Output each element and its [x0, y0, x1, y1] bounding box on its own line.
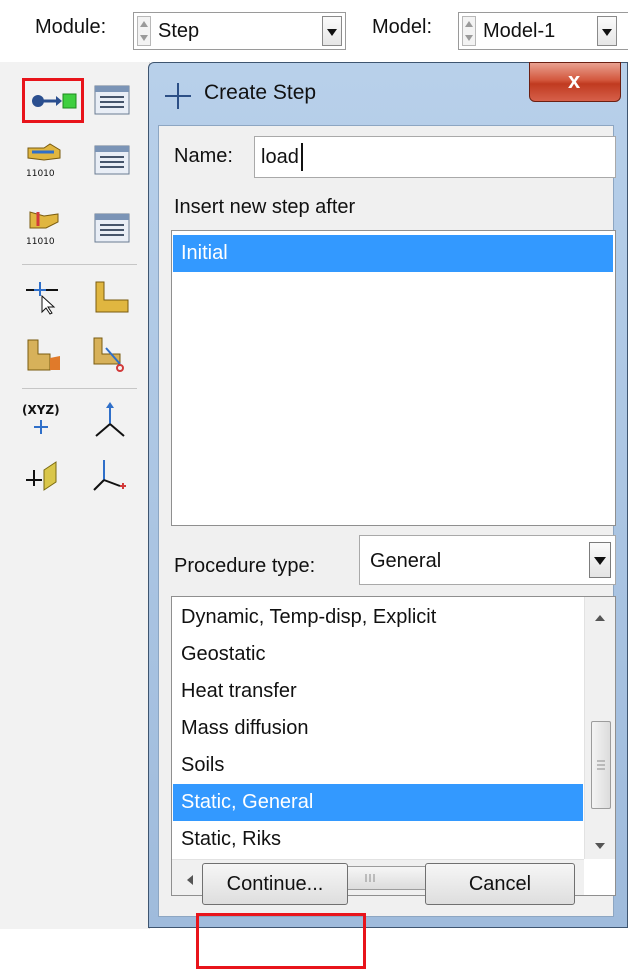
dialog-body: Name: load Insert new step after Initial… [158, 125, 616, 969]
svg-text:11010: 11010 [26, 237, 55, 247]
insert-after-label: Insert new step after [174, 196, 356, 218]
text-cursor [301, 143, 303, 171]
list-item[interactable]: Static, Riks [173, 821, 583, 858]
model-dropdown-button[interactable] [597, 16, 617, 46]
select-region-icon[interactable] [24, 278, 64, 318]
model-spin-icon[interactable] [462, 16, 476, 46]
list-item[interactable]: Dynamic, Temp-disp, Explicit [173, 599, 583, 636]
crosshair-icon [163, 81, 193, 116]
vertical-scrollbar[interactable] [584, 597, 615, 859]
list-item[interactable]: Mass diffusion [173, 710, 583, 747]
cancel-button[interactable]: Cancel [425, 863, 575, 905]
set-icon[interactable] [92, 278, 132, 318]
field-output-manager-icon[interactable] [92, 140, 132, 180]
module-combo[interactable]: Step [133, 12, 346, 50]
name-value: load [261, 146, 299, 168]
insert-after-list[interactable]: Initial [171, 230, 616, 526]
module-spin-icon[interactable] [137, 16, 151, 46]
field-output-icon[interactable]: 11010 [24, 140, 64, 180]
history-output-manager-icon[interactable] [92, 208, 132, 248]
scroll-left-icon[interactable] [186, 873, 194, 891]
step-manager-icon[interactable] [92, 80, 132, 120]
procedure-list[interactable]: Dynamic, Temp-disp, Explicit Geostatic H… [171, 596, 616, 896]
name-field[interactable]: load [254, 136, 616, 178]
datum-point-icon[interactable]: (XYZ) [22, 400, 62, 440]
model-combo[interactable]: Model-1 [458, 12, 628, 50]
datum-axis-icon[interactable] [90, 400, 130, 440]
close-icon: x [568, 68, 581, 93]
name-label: Name: [174, 145, 233, 167]
list-item-selected[interactable]: Initial [173, 235, 613, 272]
module-dropdown-button[interactable] [322, 16, 342, 46]
list-item[interactable]: Heat transfer [173, 673, 583, 710]
procedure-type-label: Procedure type: [174, 555, 316, 577]
svg-text:(XYZ): (XYZ) [22, 403, 60, 417]
model-label: Model: [372, 16, 433, 38]
model-value: Model-1 [483, 20, 556, 42]
close-button[interactable]: x [529, 62, 621, 102]
datum-csys-icon[interactable] [90, 456, 130, 496]
module-label: Module: [35, 16, 107, 38]
toolbox-separator [22, 264, 137, 265]
module-toolbar: Module: Step Model: Model-1 [0, 0, 628, 62]
scroll-up-icon[interactable] [594, 609, 606, 627]
create-step-icon[interactable] [28, 82, 80, 118]
list-item[interactable]: Soils [173, 747, 583, 784]
list-item[interactable]: Geostatic [173, 636, 583, 673]
scroll-down-icon[interactable] [594, 837, 606, 855]
scrollbar-thumb[interactable] [591, 721, 611, 809]
toolbox-separator [22, 388, 137, 389]
create-step-dialog: Create Step x Name: load Insert new step… [148, 62, 628, 969]
partition-edge-icon[interactable] [90, 334, 130, 374]
dialog-title: Create Step [204, 81, 317, 104]
module-value: Step [158, 20, 200, 42]
continue-button[interactable]: Continue... [202, 863, 348, 905]
svg-text:11010: 11010 [26, 169, 55, 179]
partition-cell-icon[interactable] [24, 334, 64, 374]
procedure-type-value: General [370, 550, 442, 572]
procedure-type-combo[interactable]: General [359, 535, 616, 585]
list-item-selected[interactable]: Static, General [173, 784, 583, 821]
chevron-down-icon[interactable] [589, 542, 611, 578]
continue-highlight [196, 913, 366, 969]
datum-plane-icon[interactable] [22, 456, 62, 496]
history-output-icon[interactable]: 11010 [24, 208, 64, 248]
